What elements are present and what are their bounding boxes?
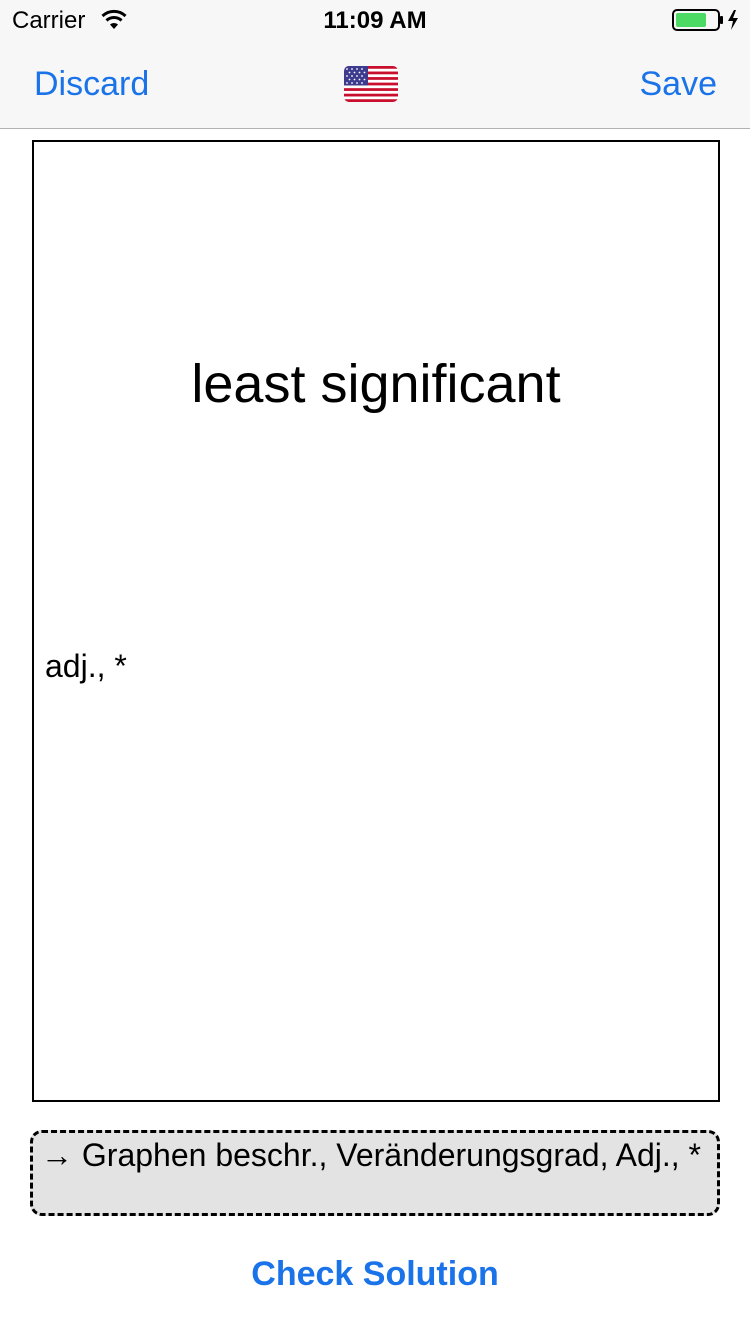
check-solution-button[interactable]: Check Solution [0,1254,750,1294]
battery-charging-icon [672,9,738,31]
solution-text: → Graphen beschr., Veränderungsgrad, Adj… [41,1137,701,1173]
status-bar: Carrier 11:09 AM [0,0,750,40]
us-flag-icon [344,66,398,102]
discard-button[interactable]: Discard [34,64,149,104]
solution-box: → Graphen beschr., Veränderungsgrad, Adj… [30,1130,720,1216]
save-button[interactable]: Save [640,64,718,104]
clock: 11:09 AM [323,7,427,34]
flashcard[interactable]: least significant adj., * [32,140,720,1102]
card-term: least significant [191,354,561,414]
card-word-type: adj., * [45,648,127,684]
